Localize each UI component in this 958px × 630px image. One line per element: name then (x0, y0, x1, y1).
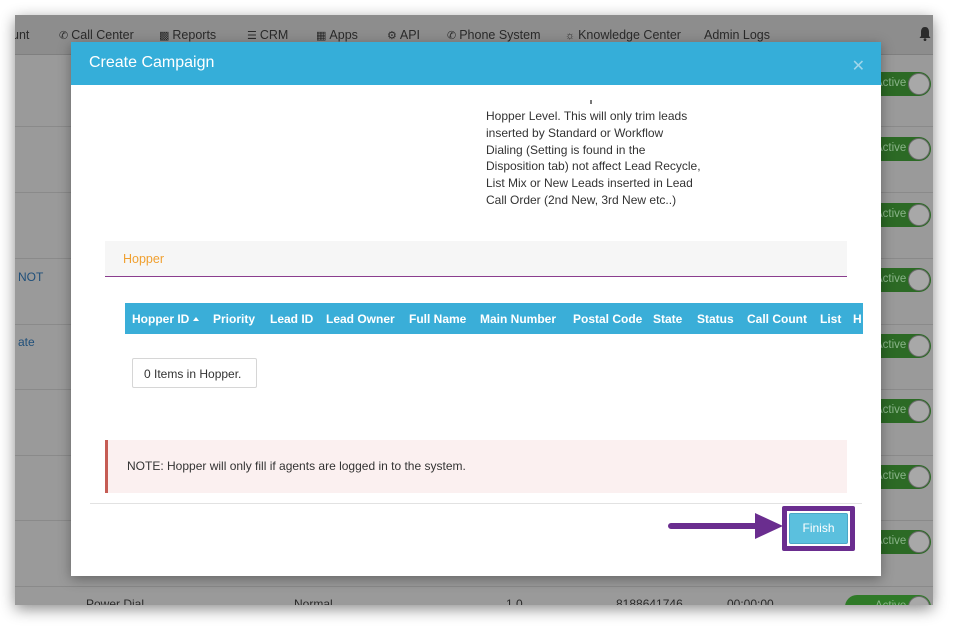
footer-divider (90, 503, 862, 504)
nav-item-reports[interactable]: ▩ Reports (159, 28, 216, 42)
nav-item-account[interactable]: unt (15, 28, 29, 42)
row-link[interactable]: NOT (18, 270, 43, 284)
column-header-state[interactable]: State (653, 312, 682, 326)
nav-item-api[interactable]: ⚙ API (387, 28, 420, 42)
modal-header: Create Campaign ✕ (71, 42, 881, 85)
column-header-truncated[interactable]: H (853, 312, 862, 326)
note-text: NOTE: Hopper will only fill if agents ar… (127, 459, 466, 473)
grid-icon: ▦ (316, 30, 327, 42)
column-header-hopper-id[interactable]: Hopper ID (132, 312, 200, 326)
hopper-level-description: Hopper Level. This will only trim leads … (486, 109, 701, 207)
column-header-call-count[interactable]: Call Count (747, 312, 807, 326)
nav-item-call-center[interactable]: ✆ Call Center (59, 28, 134, 42)
nav-item-crm[interactable]: ☰ CRM (247, 28, 288, 42)
finish-button[interactable]: Finish (789, 513, 848, 544)
column-header-list[interactable]: List (820, 312, 841, 326)
nav-item-admin-logs[interactable]: Admin Logs (704, 28, 770, 42)
cut-off-text (590, 100, 600, 104)
hopper-section-header: Hopper (105, 241, 847, 277)
hopper-note: NOTE: Hopper will only fill if agents ar… (105, 440, 847, 493)
hopper-section-title: Hopper (123, 252, 164, 266)
column-header-lead-id[interactable]: Lead ID (270, 312, 313, 326)
hopper-table-header: Hopper ID Priority Lead ID Lead Owner Fu… (125, 303, 863, 334)
column-header-lead-owner[interactable]: Lead Owner (326, 312, 395, 326)
modal-title: Create Campaign (89, 54, 215, 71)
row-cell: 1.0 (506, 597, 523, 605)
row-link[interactable]: ate (18, 335, 35, 349)
phone-icon: ✆ (59, 30, 69, 42)
row-cell: 8188641746 (616, 597, 683, 605)
sort-ascending-icon (193, 317, 200, 321)
column-header-status[interactable]: Status (697, 312, 734, 326)
annotation-arrow-icon (668, 513, 783, 539)
column-header-postal-code[interactable]: Postal Code (573, 312, 642, 326)
lightbulb-icon: ☼ (565, 30, 576, 42)
status-toggle[interactable]: Active (845, 595, 931, 605)
column-header-main-number[interactable]: Main Number (480, 312, 556, 326)
bar-chart-icon: ▩ (159, 30, 170, 42)
nav-item-apps[interactable]: ▦ Apps (316, 28, 358, 42)
bell-icon[interactable] (919, 27, 931, 41)
phone-icon: ✆ (447, 30, 457, 42)
hopper-items-count: 0 Items in Hopper. (132, 358, 257, 388)
close-icon[interactable]: ✕ (852, 56, 865, 76)
row-cell: Normal (294, 597, 333, 605)
row-cell: Power Dial (86, 597, 145, 605)
nav-item-phone-system[interactable]: ✆ Phone System (447, 28, 541, 42)
column-header-priority[interactable]: Priority (213, 312, 255, 326)
list-icon: ☰ (247, 30, 257, 42)
row-cell: 00:00:00 (727, 597, 774, 605)
create-campaign-modal: Create Campaign ✕ Hopper Level. This wil… (71, 42, 881, 576)
finish-highlight: Finish (782, 506, 855, 551)
gear-icon: ⚙ (387, 30, 397, 42)
nav-item-knowledge-center[interactable]: ☼ Knowledge Center (565, 28, 681, 42)
column-header-full-name[interactable]: Full Name (409, 312, 466, 326)
